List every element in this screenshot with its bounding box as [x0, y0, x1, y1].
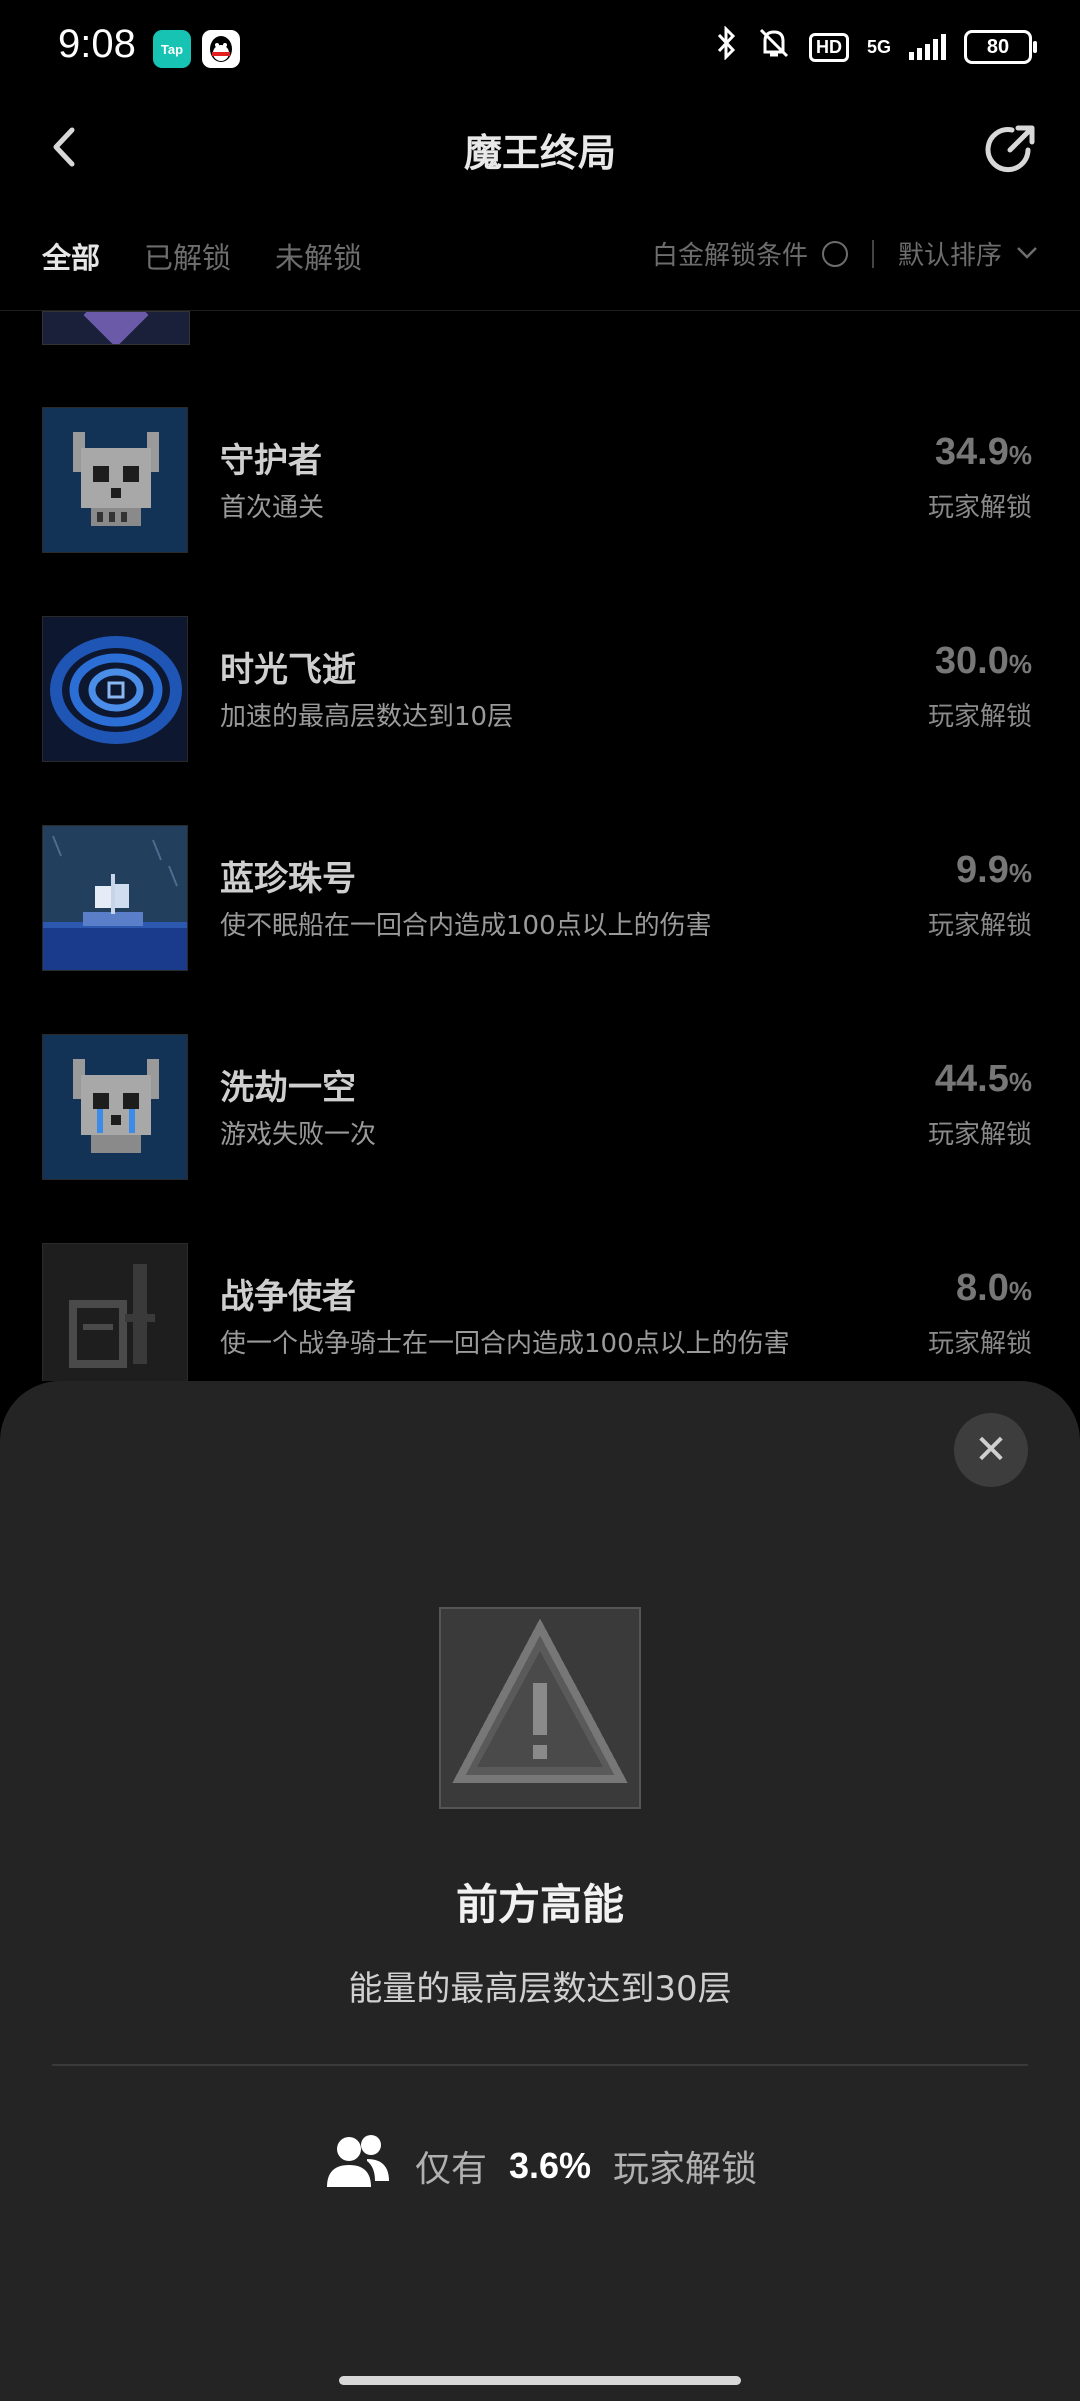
detail-description: 能量的最高层数达到30层	[348, 1969, 732, 2009]
tab-all[interactable]: 全部	[42, 235, 100, 277]
page-title: 魔王终局	[463, 131, 616, 175]
platinum-condition-label[interactable]: 白金解锁条件	[652, 235, 808, 272]
achievement-name: 洗劫一空	[220, 1068, 356, 1108]
chevron-down-icon[interactable]	[1016, 241, 1038, 266]
tab-locked[interactable]: 未解锁	[275, 235, 362, 277]
sort-dropdown[interactable]: 默认排序	[898, 235, 1002, 272]
detail-title: 前方高能	[455, 1880, 624, 1929]
achievement-desc: 游戏失败一次	[220, 1120, 377, 1150]
close-button[interactable]: ✕	[954, 1413, 1028, 1487]
achievement-name: 守护者	[220, 441, 322, 481]
tab-unlocked[interactable]: 已解锁	[144, 235, 231, 277]
achievement-percent: 30.0%	[934, 640, 1032, 682]
achievement-row[interactable]: 战争使者 使一个战争骑士在一回合内造成100点以上的伤害 8.0% 玩家解锁	[0, 1243, 1080, 1381]
vortex-icon	[42, 616, 188, 762]
achievement-detail-sheet: ✕ 前方高能 能量的最高层数达到30层 仅有 3.6% 玩家解锁	[0, 1381, 1080, 2401]
achievement-percent-label: 玩家解锁	[927, 911, 1032, 941]
filter-tabs: 全部 已解锁 未解锁	[42, 235, 362, 277]
status-icons: HD 5G 80	[715, 25, 1037, 68]
achievement-name: 蓝珍珠号	[220, 859, 356, 899]
platinum-toggle[interactable]	[821, 240, 848, 267]
ship-icon	[42, 825, 188, 971]
knight-icon	[42, 1243, 188, 1381]
achievement-percent-label: 玩家解锁	[927, 1120, 1032, 1150]
hd-icon: HD	[808, 32, 849, 62]
qq-app-icon	[202, 30, 240, 68]
detail-divider	[52, 2064, 1028, 2066]
status-time: 9:08	[58, 22, 136, 66]
achievement-percent-label: 玩家解锁	[927, 493, 1032, 523]
app-header: 魔王终局 全部 已解锁 未解锁 白金解锁条件 默认排序	[0, 100, 1080, 311]
mute-bell-icon	[757, 26, 791, 68]
warning-icon	[439, 1607, 641, 1809]
share-button[interactable]	[980, 120, 1040, 180]
tap-app-icon: Tap	[153, 30, 191, 68]
achievement-percent: 44.5%	[934, 1058, 1032, 1100]
achievement-desc: 加速的最高层数达到10层	[220, 702, 514, 732]
achievement-percent: 8.0%	[956, 1267, 1032, 1309]
stat-suffix: 玩家解锁	[613, 2148, 758, 2190]
stat-prefix: 仅有	[414, 2148, 487, 2190]
achievement-desc: 使一个战争骑士在一回合内造成100点以上的伤害	[220, 1329, 790, 1359]
filter-controls: 白金解锁条件 默认排序	[652, 235, 1038, 272]
share-icon	[985, 125, 1035, 173]
achievement-list: 守护者 首次通关 34.9% 玩家解锁 时光飞逝 加速的最高层数达到10层 30…	[0, 311, 1080, 1381]
achievement-percent: 34.9%	[934, 431, 1032, 473]
partial-achievement-icon	[42, 311, 190, 345]
achievement-name: 战争使者	[220, 1277, 356, 1317]
achievement-desc: 使不眠船在一回合内造成100点以上的伤害	[220, 911, 712, 941]
achievement-desc: 首次通关	[220, 493, 325, 523]
status-bar: 9:08 Tap HD 5G 80	[0, 0, 1080, 100]
achievement-row[interactable]: 时光飞逝 加速的最高层数达到10层 30.0% 玩家解锁	[0, 616, 1080, 762]
battery-icon: 80	[964, 30, 1037, 64]
achievement-percent: 9.9%	[956, 849, 1032, 891]
close-icon: ✕	[974, 1427, 1008, 1473]
achievement-name: 时光飞逝	[220, 650, 356, 690]
achievement-row[interactable]: 蓝珍珠号 使不眠船在一回合内造成100点以上的伤害 9.9% 玩家解锁	[0, 825, 1080, 971]
skull-icon	[42, 407, 188, 553]
achievement-row[interactable]: 洗劫一空 游戏失败一次 44.5% 玩家解锁	[0, 1034, 1080, 1180]
signal-icon	[909, 34, 946, 60]
home-indicator[interactable]	[339, 2376, 741, 2385]
crying-skull-icon	[42, 1034, 188, 1180]
network-type: 5G	[866, 37, 891, 57]
detail-unlock-stat: 仅有 3.6% 玩家解锁	[0, 2131, 1080, 2200]
stat-value: 3.6%	[508, 2144, 592, 2186]
achievement-row[interactable]: 守护者 首次通关 34.9% 玩家解锁	[0, 407, 1080, 553]
divider	[871, 239, 874, 268]
achievement-percent-label: 玩家解锁	[927, 1329, 1032, 1359]
users-icon	[323, 2131, 393, 2200]
achievement-percent-label: 玩家解锁	[927, 702, 1032, 732]
bluetooth-icon	[715, 25, 739, 68]
